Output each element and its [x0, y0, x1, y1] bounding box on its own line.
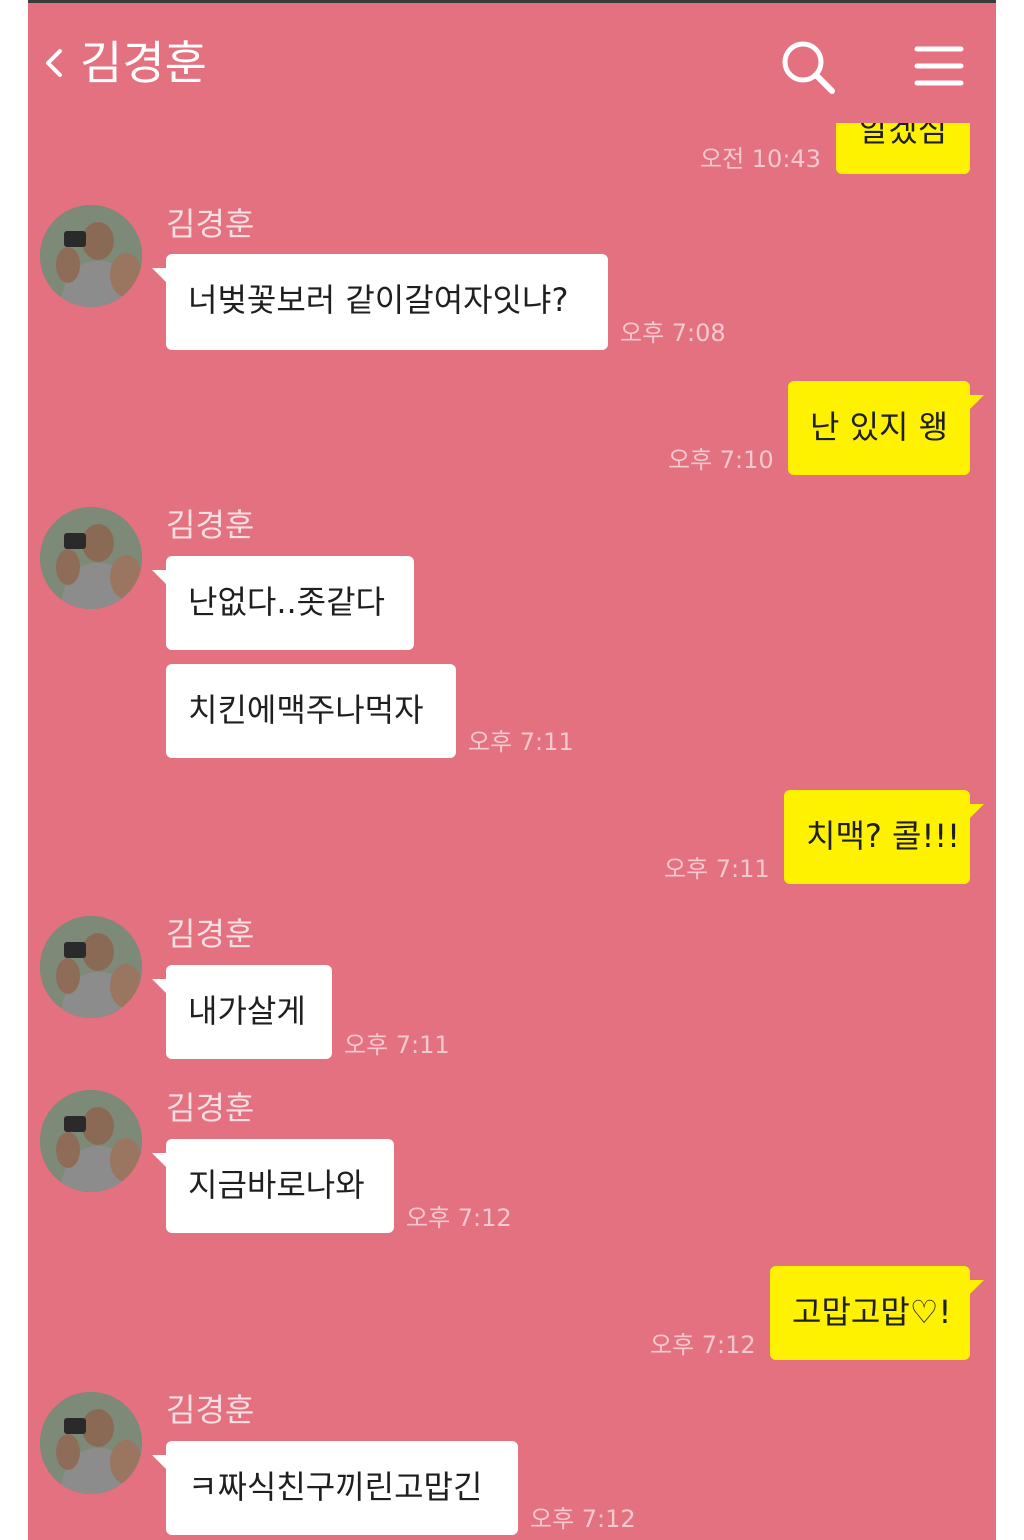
message-text: 내가살게: [188, 992, 306, 1030]
message-time: 오후 7:11: [344, 1031, 450, 1059]
chat-title: 김경훈: [80, 36, 207, 90]
sender-name: 김경훈: [166, 506, 255, 544]
sender-name: 김경훈: [166, 1089, 255, 1127]
message-text: 난없다..좃같다: [188, 583, 385, 621]
message-bubble-incoming[interactable]: 지금바로나와: [152, 1139, 394, 1233]
search-icon[interactable]: [778, 37, 838, 97]
message-text: 고맙고맙♡!: [792, 1293, 952, 1331]
message-time: 오후 7:11: [664, 855, 770, 883]
message-bubble-incoming[interactable]: 치킨에맥주나먹자: [166, 664, 456, 758]
message-time: 오후 7:12: [650, 1331, 756, 1359]
message-text: 치맥? 콜!!!: [806, 817, 960, 855]
message-bubble-incoming[interactable]: 너벚꽃보러 같이갈여자잇냐?: [152, 254, 608, 350]
avatar[interactable]: [40, 916, 142, 1018]
message-text: 치킨에맥주나먹자: [188, 691, 424, 729]
message-time: 오전 10:43: [700, 145, 821, 173]
avatar[interactable]: [40, 205, 142, 307]
message-bubble-incoming[interactable]: ㅋ짜식친구끼린고맙긴: [152, 1441, 518, 1535]
chat-header: 김경훈: [28, 3, 996, 123]
message-time: 오후 7:12: [530, 1505, 636, 1533]
chevron-left-icon[interactable]: [40, 43, 68, 83]
menu-icon[interactable]: [914, 41, 964, 91]
profile-photo-icon: [40, 1392, 142, 1494]
profile-photo-icon: [40, 1090, 142, 1192]
profile-photo-icon: [40, 916, 142, 1018]
profile-photo-icon: [40, 205, 142, 307]
sender-name: 김경훈: [166, 1391, 255, 1429]
avatar[interactable]: [40, 1392, 142, 1494]
message-text: 난 있지 왱: [810, 408, 949, 446]
message-bubble-outgoing[interactable]: 치맥? 콜!!!: [784, 790, 984, 884]
message-time: 오후 7:10: [668, 446, 774, 474]
message-time: 오후 7:08: [620, 319, 726, 347]
message-bubble-incoming[interactable]: 난없다..좃같다: [152, 556, 414, 650]
sender-name: 김경훈: [166, 915, 255, 953]
message-time: 오후 7:11: [468, 728, 574, 756]
chat-screen: 알겠심 오전 10:43 김경훈 너벚꽃보러 같이갈여자잇냐? 오후 7:08 …: [28, 0, 996, 1540]
sender-name: 김경훈: [166, 205, 255, 243]
avatar[interactable]: [40, 507, 142, 609]
message-time: 오후 7:12: [406, 1204, 512, 1232]
message-text: ㅋ짜식친구끼린고맙긴: [188, 1468, 483, 1506]
message-text: 너벚꽃보러 같이갈여자잇냐?: [188, 281, 569, 319]
message-bubble-outgoing[interactable]: 고맙고맙♡!: [770, 1266, 984, 1360]
message-bubble-outgoing[interactable]: 난 있지 왱: [788, 381, 984, 475]
message-bubble-incoming[interactable]: 내가살게: [152, 965, 332, 1059]
message-text: 지금바로나와: [188, 1166, 365, 1204]
avatar[interactable]: [40, 1090, 142, 1192]
profile-photo-icon: [40, 507, 142, 609]
